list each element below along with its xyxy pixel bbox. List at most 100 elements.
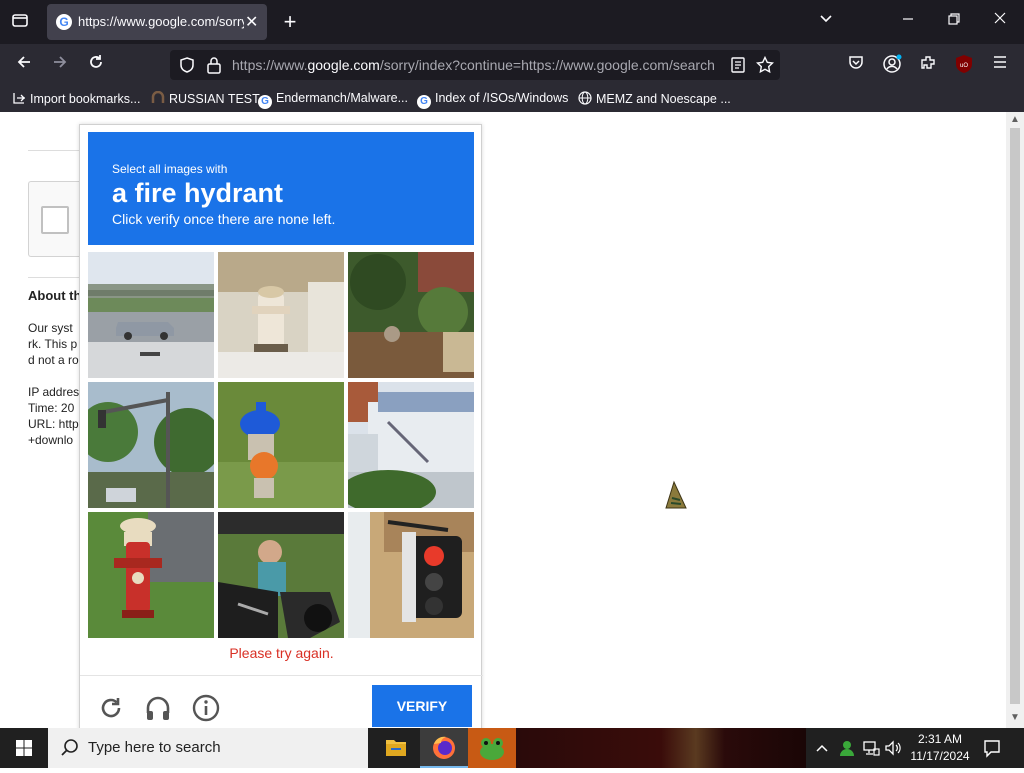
close-window-icon[interactable] xyxy=(988,9,1012,33)
site-icon xyxy=(151,90,165,103)
lock-icon[interactable] xyxy=(206,56,222,79)
bg-line: IP addres xyxy=(28,385,80,399)
bg-line: rk. This p xyxy=(28,337,78,351)
captcha-tile-garden-path[interactable] xyxy=(348,252,474,378)
captcha-tile-fire-hydrant-red[interactable] xyxy=(88,512,214,638)
captcha-target: a fire hydrant xyxy=(112,178,284,208)
reload-challenge-button[interactable] xyxy=(96,693,126,723)
url-bar[interactable]: https://www.google.com/sorry/index?conti… xyxy=(170,50,780,80)
captcha-tile-building-stairs[interactable] xyxy=(348,382,474,508)
divider xyxy=(28,277,80,278)
minimize-icon[interactable] xyxy=(896,10,920,34)
extensions-icon[interactable] xyxy=(916,54,940,78)
reload-icon[interactable] xyxy=(84,53,108,77)
captcha-tile-traffic-light-street[interactable] xyxy=(88,382,214,508)
bookmark-label: Index of /ISOs/Windows xyxy=(435,91,569,105)
verify-button[interactable]: VERIFY xyxy=(372,685,472,727)
firefox-icon xyxy=(433,736,455,759)
tab-bar: G https://www.google.com/sorry/index?con… xyxy=(0,0,1024,44)
audio-challenge-button[interactable] xyxy=(143,693,173,723)
new-tab-icon[interactable]: + xyxy=(278,9,302,34)
frog-app[interactable] xyxy=(468,728,516,768)
bookmark-memz[interactable]: MEMZ and Noescape ... xyxy=(578,91,731,106)
start-button[interactable] xyxy=(0,728,48,768)
recaptcha-checkbox[interactable] xyxy=(41,206,69,234)
taskbar-wallpaper-strip xyxy=(516,728,806,768)
bg-line: URL: http xyxy=(28,417,79,431)
chevron-down-icon[interactable] xyxy=(814,10,838,34)
firefox-app[interactable] xyxy=(420,728,468,768)
url-text[interactable]: https://www.google.com/sorry/index?conti… xyxy=(232,57,716,73)
clock-date: 11/17/2024 xyxy=(910,749,970,763)
clock-time: 2:31 AM xyxy=(917,732,963,746)
svg-text:uO: uO xyxy=(960,63,968,69)
volume-icon[interactable] xyxy=(884,739,902,762)
divider xyxy=(28,150,80,151)
captcha-challenge: Select all images with a fire hydrant Cl… xyxy=(79,124,483,744)
navigation-bar: https://www.google.com/sorry/index?conti… xyxy=(0,44,1024,86)
captcha-error-message: Please try again. xyxy=(229,645,334,661)
bookmark-import[interactable]: Import bookmarks... xyxy=(12,91,140,106)
folder-icon xyxy=(386,740,406,756)
bookmark-label: Import bookmarks... xyxy=(30,92,141,106)
ublock-icon[interactable]: uO xyxy=(952,54,976,78)
shield-icon[interactable] xyxy=(178,56,196,79)
google-icon: G xyxy=(417,95,431,109)
tab-title: https://www.google.com/sorry/index?conti… xyxy=(78,14,244,29)
frog-icon xyxy=(480,738,504,760)
captcha-instruction: Select all images with xyxy=(112,162,228,176)
bookmark-russian-test[interactable]: RUSSIAN TEST xyxy=(151,90,260,106)
network-icon[interactable] xyxy=(862,739,880,762)
bookmarks-bar: Import bookmarks... RUSSIAN TEST G Enderm… xyxy=(0,86,1024,112)
people-icon[interactable] xyxy=(838,739,856,762)
menu-icon[interactable] xyxy=(988,54,1012,78)
captcha-tile-traffic-light-closeup[interactable] xyxy=(348,512,474,638)
taskbar: Type here to search 2:31 AM 11/17/2024 xyxy=(0,728,1024,768)
bookmark-star-icon[interactable] xyxy=(755,55,775,79)
taskbar-search[interactable]: Type here to search xyxy=(48,728,368,768)
scroll-down-icon[interactable]: ▼ xyxy=(1010,712,1020,723)
active-tab[interactable]: G https://www.google.com/sorry/index?con… xyxy=(47,4,267,40)
google-icon: G xyxy=(56,14,72,30)
account-icon[interactable] xyxy=(880,54,904,78)
about-heading: About th xyxy=(28,288,82,303)
globe-icon xyxy=(578,91,592,105)
system-clock[interactable]: 2:31 AM 11/17/2024 xyxy=(905,731,975,765)
page-scrollbar[interactable]: ▲ ▼ xyxy=(1006,112,1024,728)
import-icon xyxy=(13,93,25,104)
pocket-icon[interactable] xyxy=(844,54,868,78)
close-tab-icon[interactable]: ✕ xyxy=(245,12,258,32)
url-path: /sorry/index?continue=https://www.google… xyxy=(379,57,715,73)
bookmark-label: RUSSIAN TEST xyxy=(169,92,260,106)
bookmark-endermanch[interactable]: G Endermanch/Malware... xyxy=(258,91,408,109)
captcha-tile-fire-hydrant-blue-orange[interactable] xyxy=(218,382,344,508)
forward-icon[interactable] xyxy=(48,53,72,77)
info-button[interactable] xyxy=(191,693,221,723)
reload-icon xyxy=(101,698,121,718)
info-icon xyxy=(192,694,220,722)
search-icon xyxy=(61,739,78,756)
chevron-up-icon[interactable] xyxy=(814,740,830,761)
bg-line: Time: 20 xyxy=(28,401,75,415)
scroll-up-icon[interactable]: ▲ xyxy=(1010,114,1020,125)
captcha-tile-person-motorcycle[interactable] xyxy=(218,512,344,638)
recaptcha-widget xyxy=(28,181,80,257)
mouse-cursor-icon xyxy=(662,478,690,517)
bg-line: Our syst xyxy=(28,321,73,335)
captcha-tile-highway-car[interactable] xyxy=(88,252,214,378)
google-icon: G xyxy=(258,95,272,109)
scroll-thumb[interactable] xyxy=(1010,128,1020,704)
reader-view-icon[interactable] xyxy=(730,57,746,78)
bg-line: d not a ro xyxy=(28,353,79,367)
back-icon[interactable] xyxy=(12,53,36,77)
file-explorer-app[interactable] xyxy=(372,728,420,768)
tab-list-icon[interactable] xyxy=(8,10,32,34)
captcha-tile-fire-hydrant-white[interactable] xyxy=(218,252,344,378)
url-domain: google.com xyxy=(307,57,380,73)
bookmark-index-isos[interactable]: G Index of /ISOs/Windows xyxy=(417,91,568,109)
windows-icon xyxy=(16,740,32,756)
url-prefix: https://www. xyxy=(232,57,308,73)
restore-icon[interactable] xyxy=(942,10,966,34)
captcha-footer-divider xyxy=(80,675,483,676)
notifications-icon[interactable] xyxy=(982,738,1002,763)
